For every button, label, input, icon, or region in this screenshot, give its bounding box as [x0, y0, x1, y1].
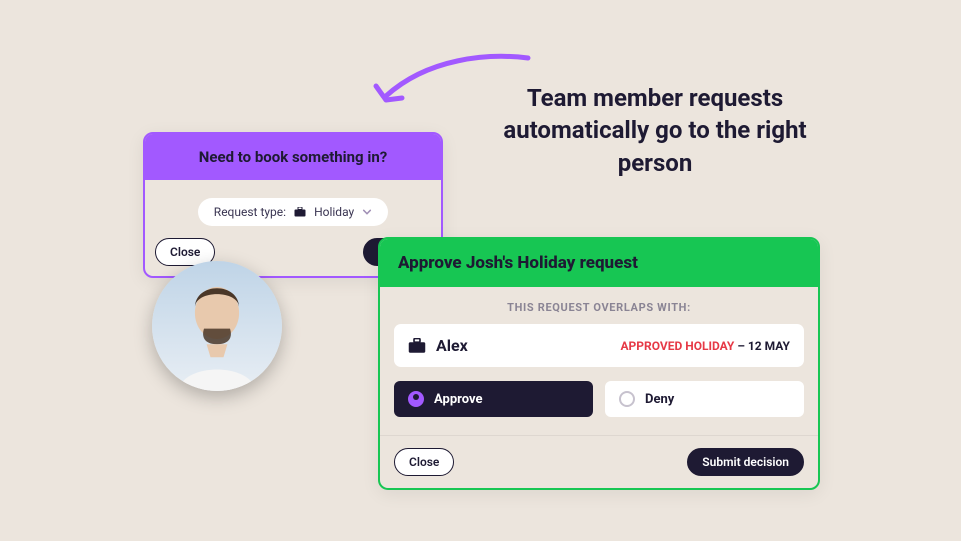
decision-options: Approve Deny — [394, 381, 804, 417]
request-type-label: Request type: — [214, 205, 286, 219]
avatar — [152, 261, 282, 391]
radio-selected-icon — [408, 391, 424, 407]
arrow-icon — [368, 48, 538, 118]
deny-option[interactable]: Deny — [605, 381, 804, 417]
radio-unselected-icon — [619, 391, 635, 407]
overlap-date: – 12 MAY — [737, 339, 790, 353]
book-card-body: Request type: Holiday — [145, 180, 441, 238]
close-button[interactable]: Close — [394, 448, 454, 476]
overlap-row: Alex APPROVED HOLIDAY – 12 MAY — [394, 324, 804, 367]
submit-decision-button[interactable]: Submit decision — [687, 448, 804, 476]
request-type-value: Holiday — [314, 205, 354, 219]
overlap-status: APPROVED HOLIDAY — [620, 339, 734, 353]
approve-request-card: Approve Josh's Holiday request THIS REQU… — [378, 237, 820, 490]
overlap-label: THIS REQUEST OVERLAPS WITH: — [394, 301, 804, 314]
overlap-name: Alex — [436, 336, 468, 355]
suitcase-icon — [408, 338, 426, 354]
approve-label: Approve — [434, 392, 482, 407]
approve-card-body: THIS REQUEST OVERLAPS WITH: Alex APPROVE… — [380, 287, 818, 425]
approve-option[interactable]: Approve — [394, 381, 593, 417]
suitcase-icon — [294, 207, 306, 217]
approve-card-title: Approve Josh's Holiday request — [380, 239, 818, 287]
book-card-title: Need to book something in? — [145, 134, 441, 180]
chevron-down-icon — [362, 207, 372, 217]
request-type-select[interactable]: Request type: Holiday — [198, 198, 388, 226]
deny-label: Deny — [645, 392, 674, 407]
approve-card-footer: Close Submit decision — [380, 435, 818, 488]
